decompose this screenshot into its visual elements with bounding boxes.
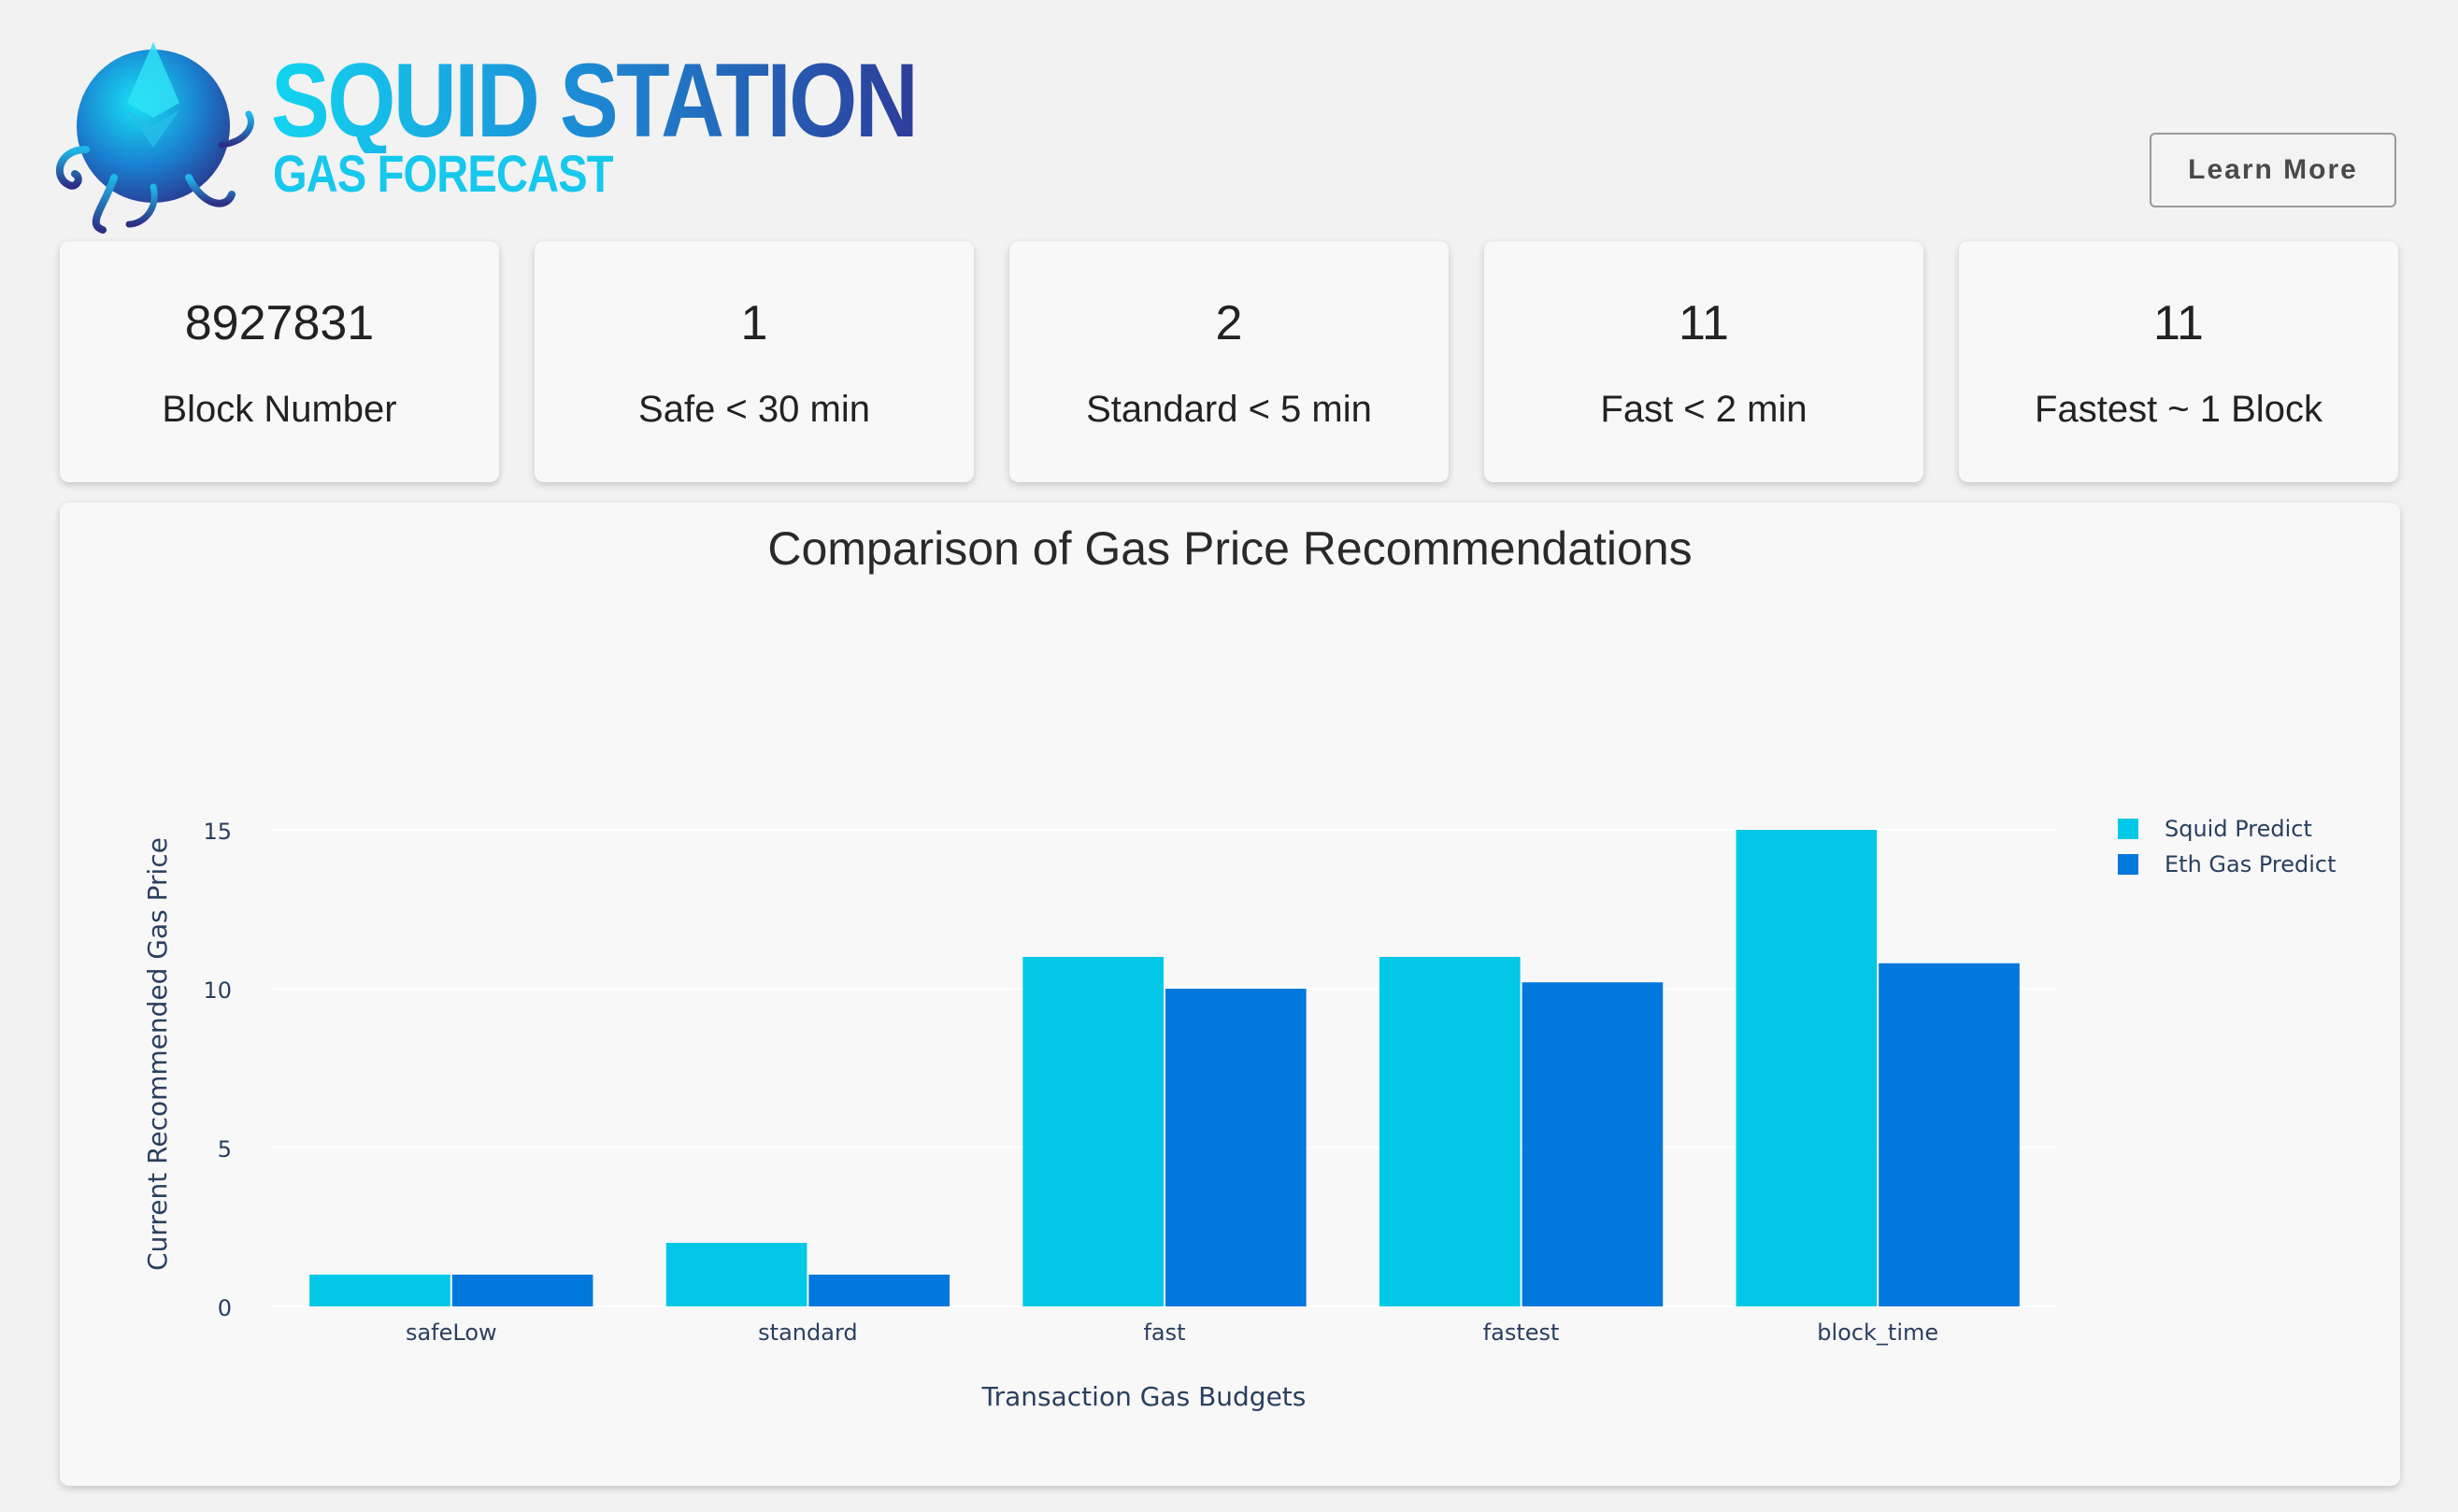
bar-fast-1[interactable] [1165, 989, 1307, 1306]
stat-card-fastest: 11 Fastest ~ 1 Block [1959, 241, 2398, 482]
y-tick-label: 0 [218, 1295, 232, 1321]
stat-value: 1 [740, 296, 768, 350]
x-tick-label: block_time [1817, 1319, 1938, 1346]
bar-fastest-1[interactable] [1522, 982, 1664, 1306]
bar-fastest-0[interactable] [1379, 957, 1521, 1306]
chart-legend[interactable]: Squid Predict Eth Gas Predict [2118, 816, 2337, 877]
x-tick-label: fastest [1483, 1319, 1560, 1346]
header: SQUID STATION GAS FORECAST Learn More [0, 0, 2458, 238]
chart-title: Comparison of Gas Price Recommendations [767, 522, 1692, 575]
x-axis-title: Transaction Gas Budgets [981, 1381, 1307, 1412]
y-tick-label: 15 [203, 819, 232, 845]
stat-value: 2 [1215, 296, 1243, 350]
legend-swatch[interactable] [2118, 819, 2138, 839]
stat-value: 8927831 [184, 296, 375, 350]
learn-more-button[interactable]: Learn More [2150, 133, 2396, 207]
x-tick-label: safeLow [406, 1319, 497, 1346]
bar-block_time-0[interactable] [1736, 830, 1878, 1306]
bar-safeLow-0[interactable] [309, 1275, 450, 1306]
stat-value: 11 [1679, 296, 1729, 350]
stat-card-safe: 1 Safe < 30 min [535, 241, 974, 482]
stat-label: Block Number [162, 389, 397, 430]
bar-standard-1[interactable] [808, 1275, 950, 1306]
stat-card-standard: 2 Standard < 5 min [1009, 241, 1449, 482]
y-tick-label: 10 [203, 977, 232, 1004]
stat-card-fast: 11 Fast < 2 min [1484, 241, 1923, 482]
x-tick-label: fast [1143, 1319, 1185, 1346]
stat-label: Fastest ~ 1 Block [2035, 389, 2322, 430]
legend-swatch[interactable] [2118, 854, 2138, 875]
stat-value: 11 [2153, 296, 2204, 350]
bar-safeLow-1[interactable] [451, 1275, 593, 1306]
legend-label[interactable]: Squid Predict [2165, 816, 2312, 842]
bar-fast-0[interactable] [1022, 957, 1164, 1306]
gas-price-bar-chart: Comparison of Gas Price Recommendations … [142, 522, 2337, 1412]
stat-card-block-number: 8927831 Block Number [60, 241, 499, 482]
stat-label: Fast < 2 min [1600, 389, 1808, 430]
brand-subtitle: GAS FORECAST [273, 144, 613, 203]
legend-label[interactable]: Eth Gas Predict [2165, 851, 2337, 877]
bar-block_time-1[interactable] [1879, 963, 2020, 1306]
brand-title: SQUID STATION [271, 42, 919, 159]
y-axis-title: Current Recommended Gas Price [142, 837, 173, 1271]
squid-ethereum-logo-icon [56, 42, 254, 234]
stat-label: Safe < 30 min [638, 389, 870, 430]
x-tick-label: standard [758, 1319, 857, 1346]
y-tick-label: 5 [218, 1136, 232, 1163]
chart-card: Comparison of Gas Price Recommendations … [60, 503, 2400, 1486]
bar-standard-0[interactable] [665, 1243, 807, 1306]
stat-label: Standard < 5 min [1086, 389, 1372, 430]
